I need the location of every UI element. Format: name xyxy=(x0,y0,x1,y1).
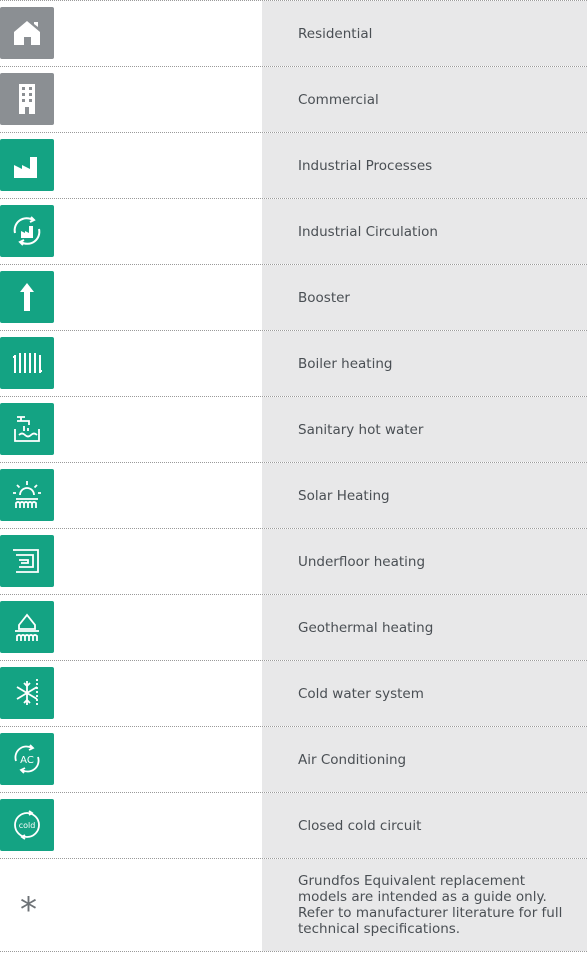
legend-row-boiler-heating: Boiler heating xyxy=(0,331,587,397)
air-conditioning-icon: AC xyxy=(0,733,54,785)
legend-label: Commercial xyxy=(262,67,587,132)
legend-footnote-row: * Grundfos Equivalent replacement models… xyxy=(0,859,587,952)
ac-icon-text: AC xyxy=(20,755,34,766)
footnote-text: Grundfos Equivalent replacement models a… xyxy=(262,859,587,951)
legend-row-industrial-circulation: Industrial Circulation xyxy=(0,199,587,265)
legend-row-industrial-processes: Industrial Processes xyxy=(0,133,587,199)
legend-label: Boiler heating xyxy=(262,331,587,396)
residential-house-icon xyxy=(0,7,54,59)
legend-row-solar-heating: Solar Heating xyxy=(0,463,587,529)
legend-label: Solar Heating xyxy=(262,463,587,528)
legend-label: Geothermal heating xyxy=(262,595,587,660)
booster-arrow-icon xyxy=(0,271,54,323)
legend-label: Industrial Processes xyxy=(262,133,587,198)
legend-label: Sanitary hot water xyxy=(262,397,587,462)
sanitary-hot-water-icon xyxy=(0,403,54,455)
commercial-building-icon xyxy=(0,73,54,125)
legend-label: Underfloor heating xyxy=(262,529,587,594)
legend-row-closed-cold-circuit: cold Closed cold circuit xyxy=(0,793,587,859)
legend-row-geothermal-heating: Geothermal heating xyxy=(0,595,587,661)
legend-label: Closed cold circuit xyxy=(262,793,587,858)
industrial-circulation-icon xyxy=(0,205,54,257)
closed-cold-circuit-icon: cold xyxy=(0,799,54,851)
geothermal-heating-icon xyxy=(0,601,54,653)
legend-row-cold-water-system: Cold water system xyxy=(0,661,587,727)
application-legend-table: Residential Commercial Industrial Proces… xyxy=(0,0,587,952)
legend-label: Residential xyxy=(262,1,587,66)
legend-row-residential: Residential xyxy=(0,0,587,67)
legend-row-underfloor-heating: Underfloor heating xyxy=(0,529,587,595)
legend-label: Industrial Circulation xyxy=(262,199,587,264)
cold-icon-text: cold xyxy=(19,821,36,830)
legend-row-air-conditioning: AC Air Conditioning xyxy=(0,727,587,793)
solar-heating-icon xyxy=(0,469,54,521)
legend-label: Cold water system xyxy=(262,661,587,726)
legend-label: Booster xyxy=(262,265,587,330)
boiler-radiator-icon xyxy=(0,337,54,389)
legend-row-commercial: Commercial xyxy=(0,67,587,133)
legend-row-booster: Booster xyxy=(0,265,587,331)
underfloor-heating-icon xyxy=(0,535,54,587)
cold-water-snowflake-icon xyxy=(0,667,54,719)
legend-label: Air Conditioning xyxy=(262,727,587,792)
asterisk-symbol: * xyxy=(20,890,37,930)
industrial-factory-icon xyxy=(0,139,54,191)
legend-row-sanitary-hot-water: Sanitary hot water xyxy=(0,397,587,463)
